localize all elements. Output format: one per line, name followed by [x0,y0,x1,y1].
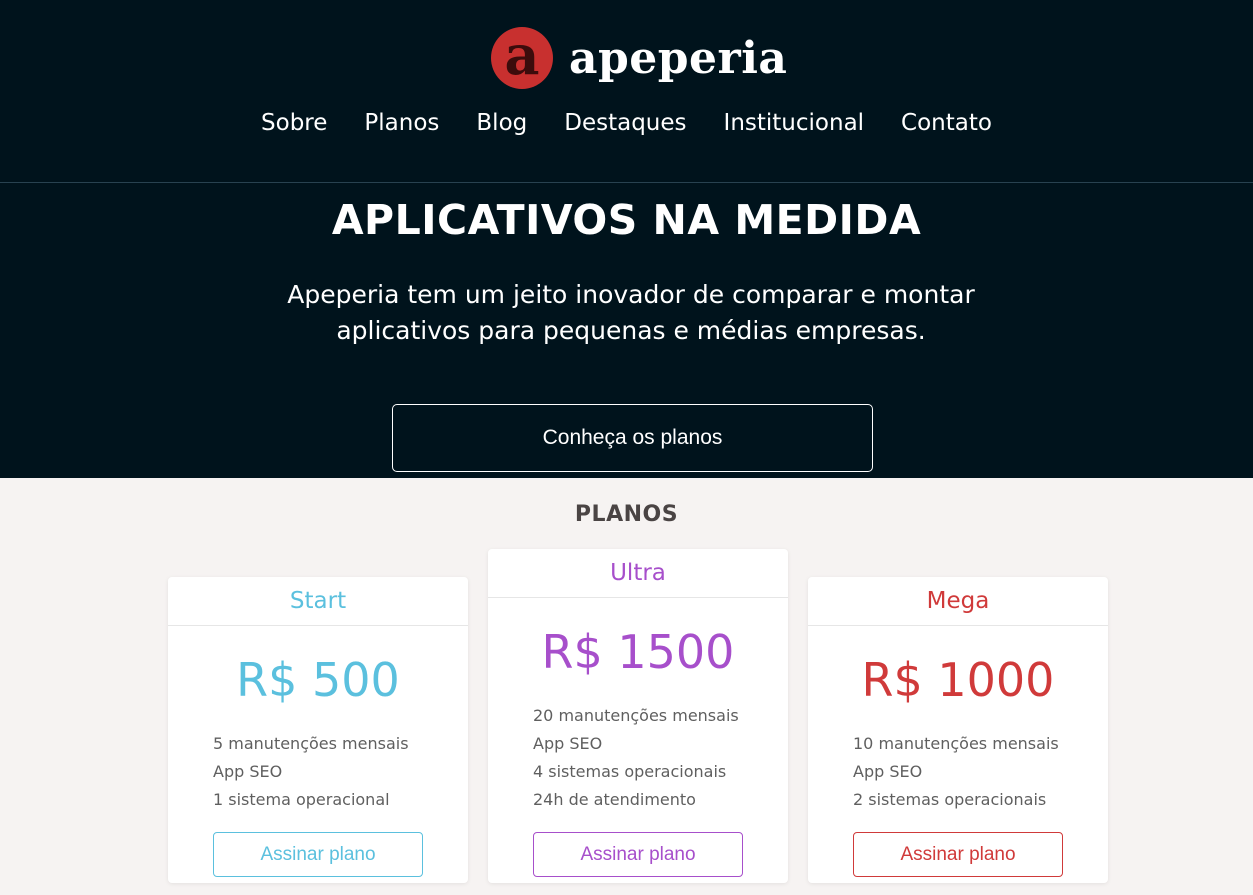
plan-card-mega: Mega R$ 1000 10 manutenções mensais App … [808,577,1108,883]
plan-feature: App SEO [853,762,923,781]
subscribe-start-button[interactable]: Assinar plano [213,832,423,877]
plan-card-start: Start R$ 500 5 manutenções mensais App S… [168,577,468,883]
main-nav: Sobre Planos Blog Destaques Instituciona… [0,110,1253,136]
plan-card-ultra: Ultra R$ 1500 20 manutenções mensais App… [488,549,788,883]
brand-logo[interactable]: a apeperia [491,27,787,89]
nav-item-institucional[interactable]: Institucional [724,110,865,136]
plan-price: R$ 1500 [541,625,735,679]
plan-feature: 2 sistemas operacionais [853,790,1047,809]
brand-name: apeperia [569,32,788,84]
plan-features: 10 manutenções mensais App SEO 2 sistema… [808,730,1108,814]
see-plans-button[interactable]: Conheça os planos [392,404,873,472]
plan-feature: 4 sistemas operacionais [533,762,727,781]
plan-feature: 20 manutenções mensais [533,706,739,725]
nav-item-sobre[interactable]: Sobre [261,110,327,136]
nav-item-destaques[interactable]: Destaques [564,110,686,136]
nav-item-blog[interactable]: Blog [476,110,527,136]
plan-price: R$ 1000 [861,653,1055,707]
plan-feature: 5 manutenções mensais [213,734,409,753]
logo-mark-icon: a [491,27,553,89]
plan-name: Start [168,577,468,626]
header-divider [0,182,1253,183]
subscribe-mega-button[interactable]: Assinar plano [853,832,1063,877]
hero-subtitle: Apeperia tem um jeito inovador de compar… [287,280,975,345]
plan-feature: App SEO [213,762,283,781]
hero-section: a apeperia Sobre Planos Blog Destaques I… [0,0,1253,478]
plan-features: 20 manutenções mensais App SEO 4 sistema… [488,702,788,814]
hero-title: APLICATIVOS NA MEDIDA [331,196,922,244]
plan-feature: 10 manutenções mensais [853,734,1059,753]
nav-item-planos[interactable]: Planos [364,110,439,136]
plan-name: Mega [808,577,1108,626]
plan-price: R$ 500 [236,653,400,707]
plans-section-title: PLANOS [574,502,679,527]
plan-name: Ultra [488,549,788,598]
subscribe-ultra-button[interactable]: Assinar plano [533,832,743,877]
plan-feature: App SEO [533,734,603,753]
plan-feature: 1 sistema operacional [213,790,390,809]
plan-feature: 24h de atendimento [533,790,696,809]
plan-features: 5 manutenções mensais App SEO 1 sistema … [168,730,468,814]
nav-item-contato[interactable]: Contato [901,110,992,136]
